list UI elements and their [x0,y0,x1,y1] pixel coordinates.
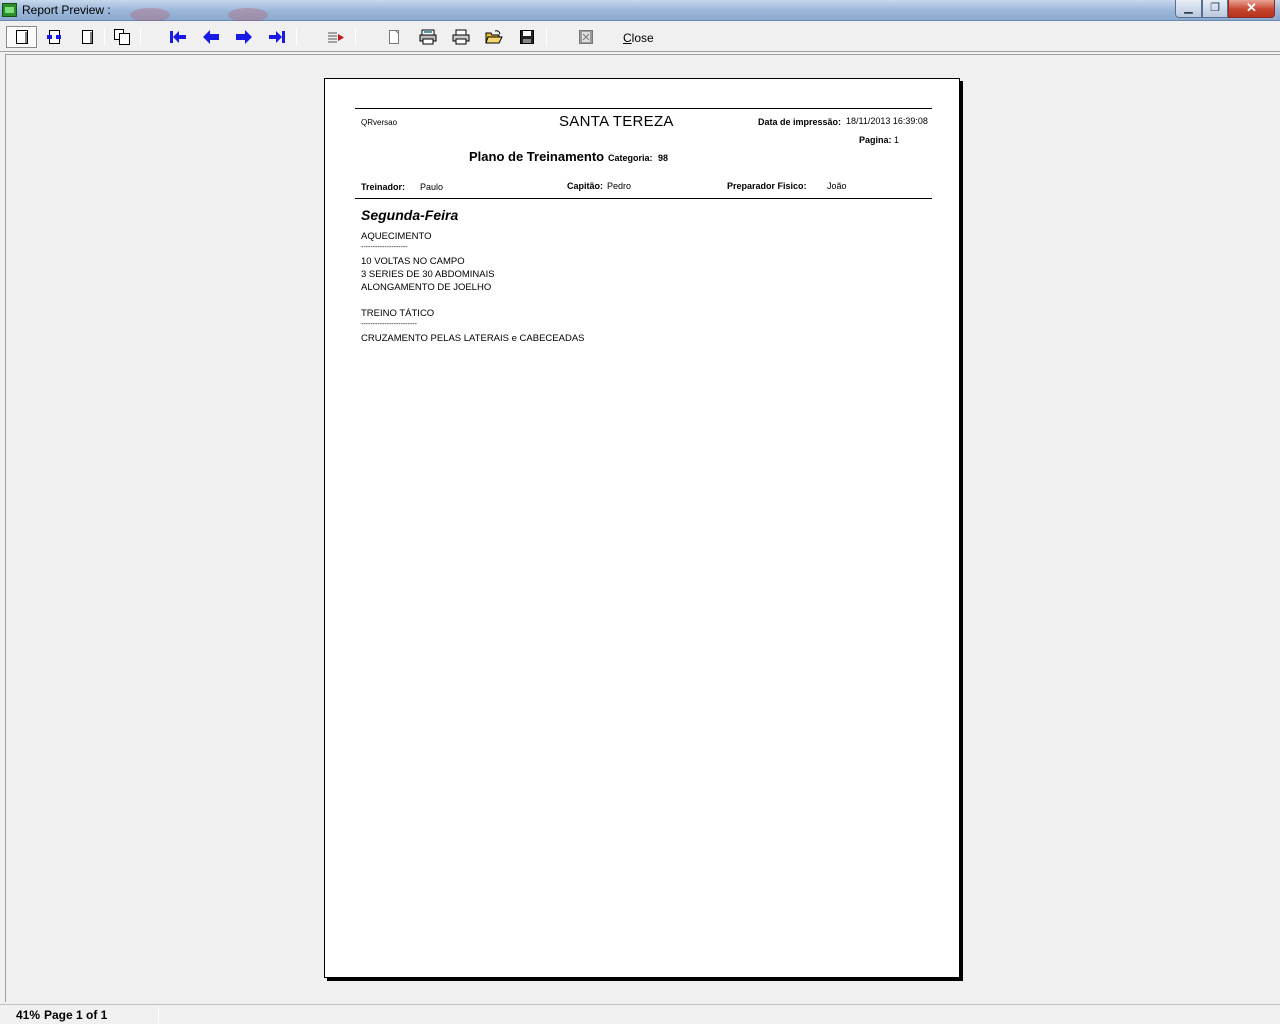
captain-value: Pedro [607,181,632,191]
report-line: 10 VOLTAS NO CAMPO [361,256,465,267]
toolbar-separator [355,28,356,46]
coach-label: Treinador: [361,182,406,192]
trainer-label: Preparador Fisico: [727,181,807,191]
report-line: AQUECIMENTO [361,231,432,242]
next-page-button[interactable] [232,26,256,48]
export-button[interactable] [574,26,598,48]
print-button[interactable] [449,26,473,48]
multiple-pages-icon [114,29,130,45]
close-button[interactable]: Close [623,31,654,45]
print-date-label: Data de impressão: [758,117,842,127]
page-value: 1 [894,135,900,145]
category-value: 98 [658,153,669,163]
day-title: Segunda-Feira [361,207,459,223]
printer-icon [419,29,437,45]
report-line: -------------------- [361,244,408,251]
zoom-100-button[interactable] [42,26,66,48]
print-setup-button[interactable] [382,26,406,48]
category-label: Categoria: [608,153,653,163]
status-bar: 41% Page 1 of 1 [0,1004,1280,1024]
status-divider [158,1007,159,1023]
report-preview-window: Report Preview : ▁ ❐ ✕ Close QRversao SA… [0,0,1280,1024]
print-date-value: 18/11/2013 16:39:08 [846,116,928,126]
version-label: QRversao [361,118,398,127]
whole-page-icon [15,30,28,44]
previous-page-button[interactable] [199,26,223,48]
toolbar-separator [546,28,547,46]
company-name: SANTA TEREZA [559,113,674,130]
toolbar-separator [104,28,105,46]
toolbar: Close [0,21,1280,52]
last-page-button[interactable] [265,26,289,48]
printer-settings-button[interactable] [416,26,440,48]
title-bar-decoration [228,8,268,22]
coach-value: Paulo [420,182,444,192]
goto-page-icon [328,32,344,43]
save-button[interactable] [515,26,539,48]
app-icon [2,3,17,17]
two-pages-button[interactable] [110,26,134,48]
report-line: ------------------------ [361,321,417,328]
page-width-icon [82,30,93,44]
report-line: TREINO TÁTICO [361,308,435,319]
trainer-value: João [827,181,847,191]
first-page-icon [170,31,186,43]
save-icon [520,30,534,44]
minimize-button[interactable]: ▁ [1175,0,1202,18]
actual-size-icon [47,30,61,44]
zoom-to-fit-button[interactable] [6,26,37,48]
print-icon [452,29,470,45]
close-window-button[interactable]: ✕ [1228,0,1275,18]
maximize-button[interactable]: ❐ [1202,0,1228,18]
title-bar-decoration [130,8,170,22]
open-folder-icon [485,30,503,44]
last-page-icon [269,31,285,43]
report-line: ALONGAMENTO DE JOELHO [361,282,492,293]
title-bar: Report Preview : ▁ ❐ ✕ [0,0,1280,22]
toolbar-separator [296,28,297,46]
print-setup-icon [389,30,399,44]
zoom-level: 41% [16,1008,41,1022]
open-button[interactable] [482,26,506,48]
first-page-button[interactable] [166,26,190,48]
report-page: QRversao SANTA TEREZA Data de impressão:… [324,78,960,978]
captain-label: Capitão: [567,181,603,191]
goto-page-button[interactable] [324,26,348,48]
next-page-icon [236,30,252,44]
window-title: Report Preview : [22,3,111,17]
previous-page-icon [203,30,219,44]
header-top-rule [355,108,932,109]
export-icon [579,30,593,44]
plan-title: Plano de Treinamento [469,149,605,164]
page-label: Pagina: [859,135,892,145]
toolbar-separator [140,28,141,46]
header-bottom-rule [355,198,932,199]
report-line: 3 SERIES DE 30 ABDOMINAIS [361,269,495,280]
report-line: CRUZAMENTO PELAS LATERAIS e CABECEADAS [361,333,585,344]
page-info: Page 1 of 1 [44,1008,108,1022]
zoom-to-width-button[interactable] [75,26,99,48]
